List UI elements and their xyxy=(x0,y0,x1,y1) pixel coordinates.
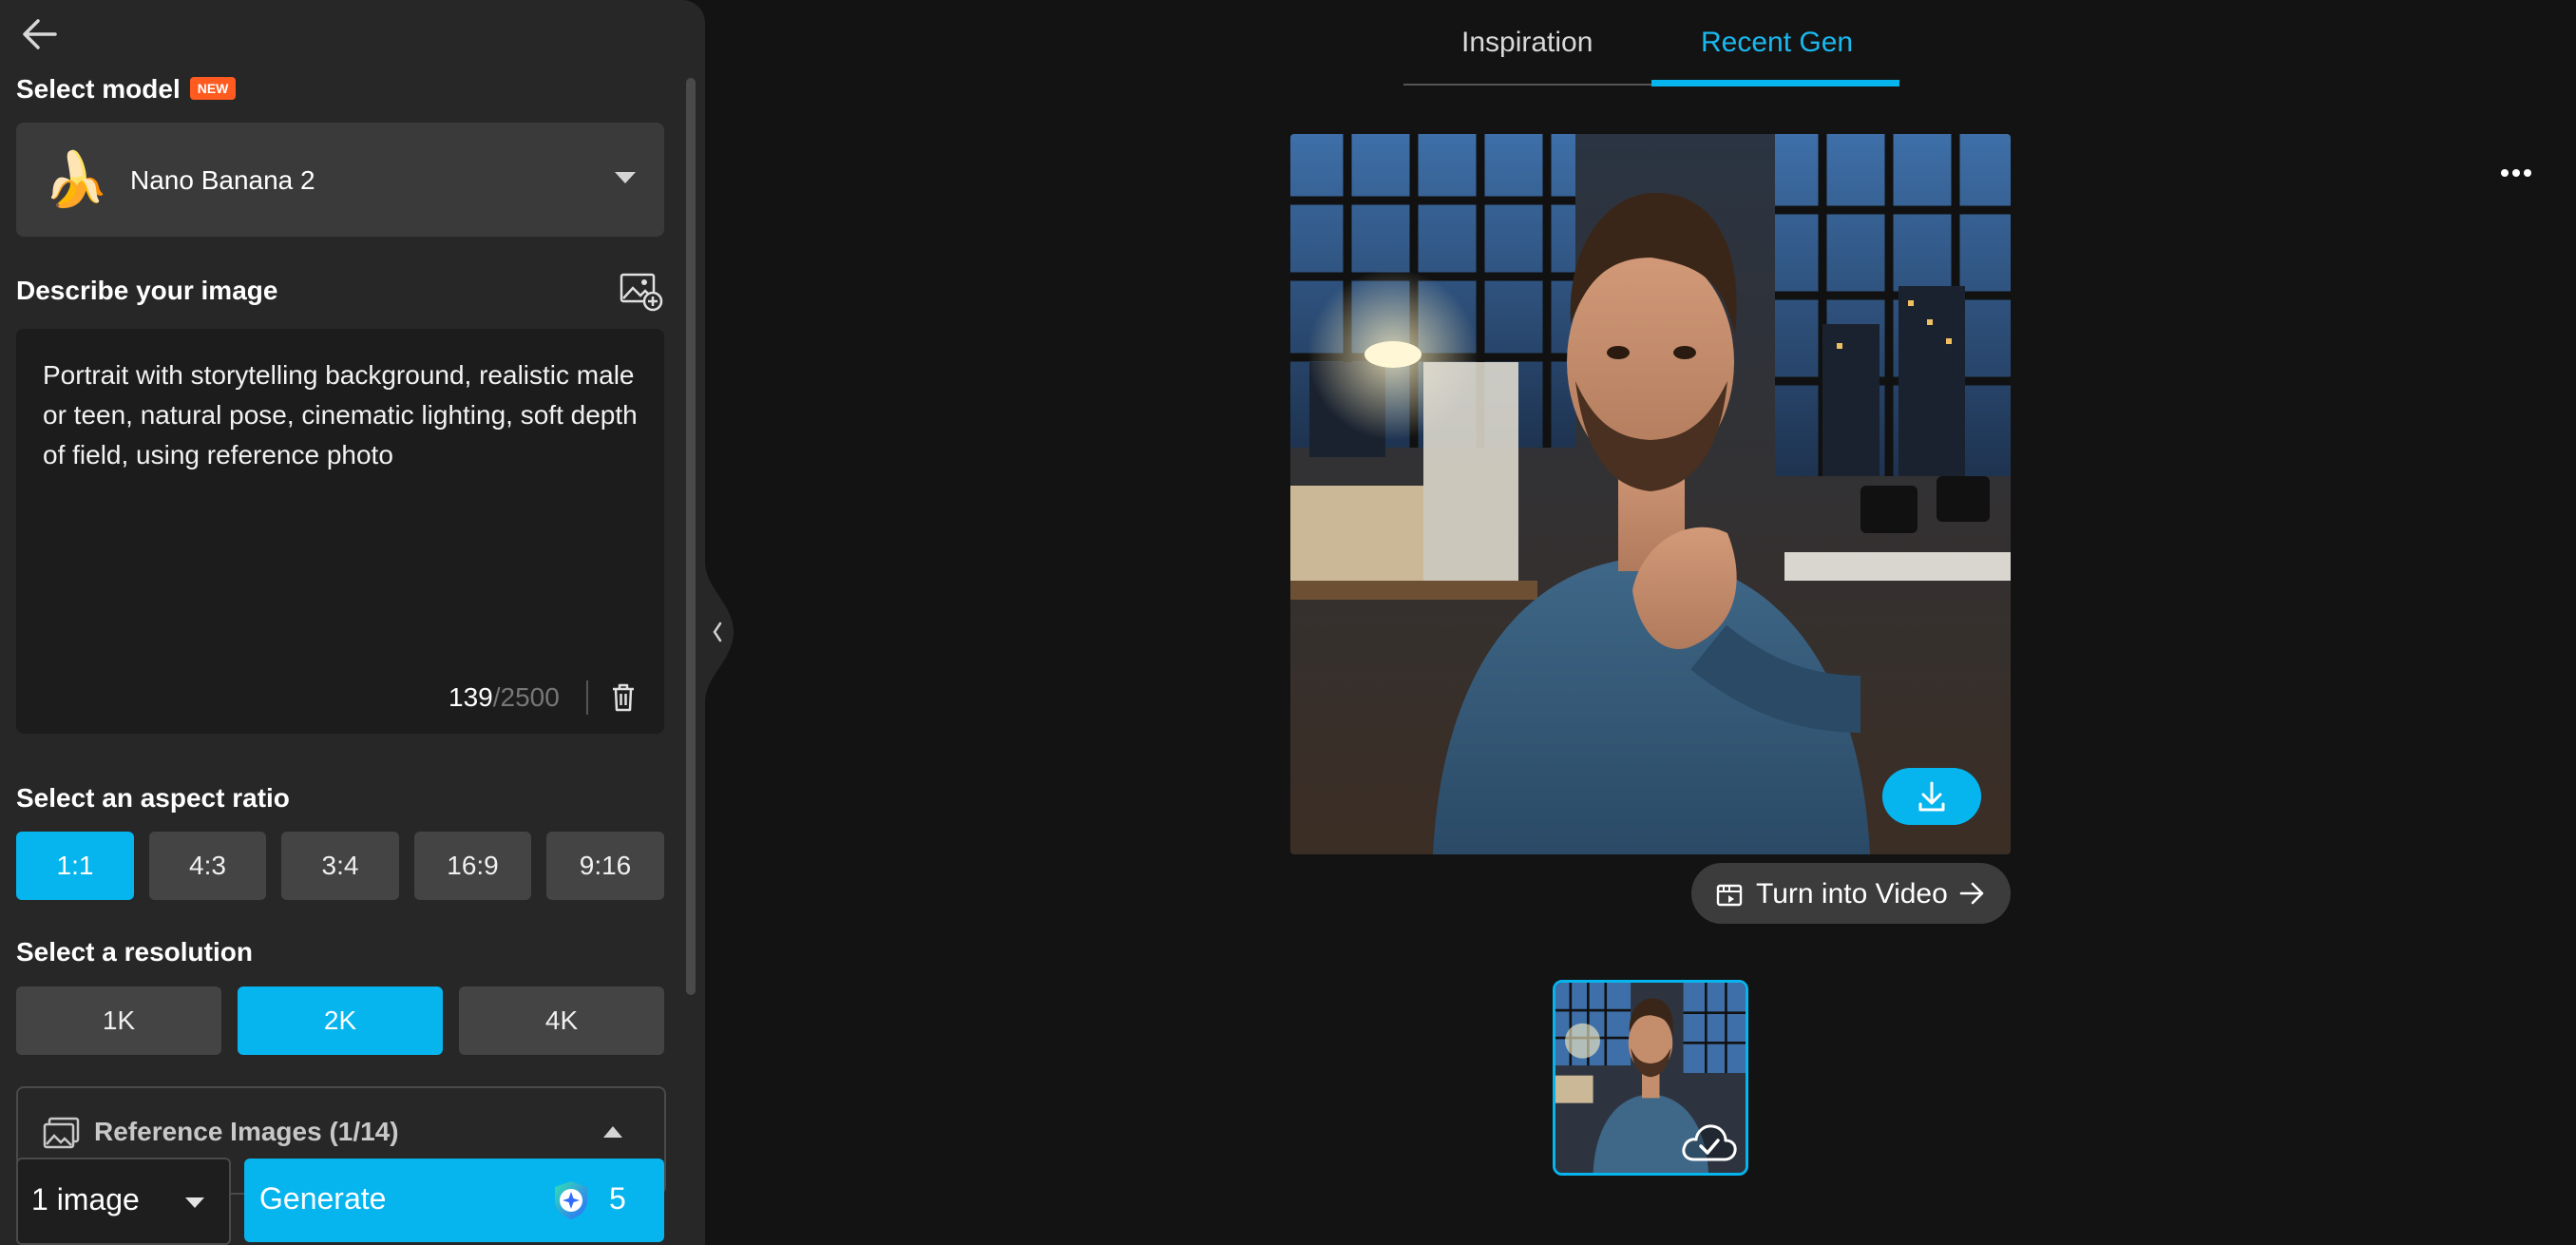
aspect-3-4-button[interactable]: 3:4 xyxy=(281,832,399,900)
settings-sidebar: Select model NEW 🍌 Nano Banana 2 Describe… xyxy=(0,0,705,1245)
generation-thumbnail[interactable] xyxy=(1553,980,1748,1176)
resolution-heading: Select a resolution xyxy=(16,937,253,967)
tab-recent-gen[interactable]: Recent Gen xyxy=(1701,27,1853,59)
reference-images-label: Reference Images (1/14) xyxy=(94,1117,399,1146)
video-spark-icon xyxy=(1716,884,1743,907)
chevron-up-icon[interactable] xyxy=(603,1126,622,1138)
resolution-1k-button[interactable]: 1K xyxy=(16,986,221,1055)
describe-image-heading: Describe your image xyxy=(16,276,278,305)
char-count-max: /2500 xyxy=(492,682,560,712)
chevron-down-icon xyxy=(185,1197,204,1208)
resolution-2k-button[interactable]: 2K xyxy=(238,986,443,1055)
aspect-1-1-button[interactable]: 1:1 xyxy=(16,832,134,900)
aspect-ratio-heading: Select an aspect ratio xyxy=(16,783,290,813)
aspect-9-16-button[interactable]: 9:16 xyxy=(546,832,664,900)
add-image-icon[interactable] xyxy=(620,272,663,312)
resolution-4k-button[interactable]: 4K xyxy=(459,986,664,1055)
sidebar-scrollbar[interactable] xyxy=(686,78,696,995)
credit-count: 5 xyxy=(609,1181,626,1216)
banana-icon: 🍌 xyxy=(43,149,109,209)
generate-label: Generate xyxy=(259,1181,387,1216)
prompt-text[interactable]: Portrait with storytelling background, r… xyxy=(43,355,641,475)
back-arrow-icon[interactable] xyxy=(17,15,63,53)
cloud-saved-icon xyxy=(1682,1124,1737,1161)
prompt-textarea[interactable]: Portrait with storytelling background, r… xyxy=(16,329,664,734)
model-dropdown[interactable]: 🍌 Nano Banana 2 xyxy=(16,123,664,237)
turn-into-video-button[interactable]: Turn into Video xyxy=(1691,863,2011,924)
collapse-sidebar-handle[interactable] xyxy=(705,561,739,703)
char-count-current: 139 xyxy=(448,682,493,712)
trash-icon[interactable] xyxy=(609,682,638,713)
active-tab-indicator xyxy=(1651,80,1899,86)
character-counter: 139/2500 xyxy=(448,682,560,713)
tab-inspiration[interactable]: Inspiration xyxy=(1461,27,1593,59)
images-icon xyxy=(43,1117,80,1149)
image-count-value: 1 image xyxy=(31,1182,140,1216)
aspect-4-3-button[interactable]: 4:3 xyxy=(149,832,266,900)
credit-icon xyxy=(555,1181,587,1219)
select-model-label: Select model xyxy=(16,74,181,104)
turn-into-video-label: Turn into Video xyxy=(1756,878,1948,910)
aspect-16-9-button[interactable]: 16:9 xyxy=(414,832,531,900)
more-options-icon[interactable] xyxy=(2490,162,2547,184)
chevron-down-icon xyxy=(615,172,636,183)
model-name: Nano Banana 2 xyxy=(130,165,315,195)
new-badge: NEW xyxy=(189,76,237,100)
arrow-right-icon xyxy=(1959,882,1984,905)
generate-button[interactable]: Generate 5 xyxy=(244,1159,664,1242)
download-icon[interactable] xyxy=(1882,768,1981,825)
select-model-heading: Select model NEW xyxy=(16,74,237,105)
image-count-dropdown[interactable]: 1 image xyxy=(16,1158,231,1245)
counter-divider xyxy=(586,680,588,715)
generated-image[interactable] xyxy=(1290,134,2011,854)
